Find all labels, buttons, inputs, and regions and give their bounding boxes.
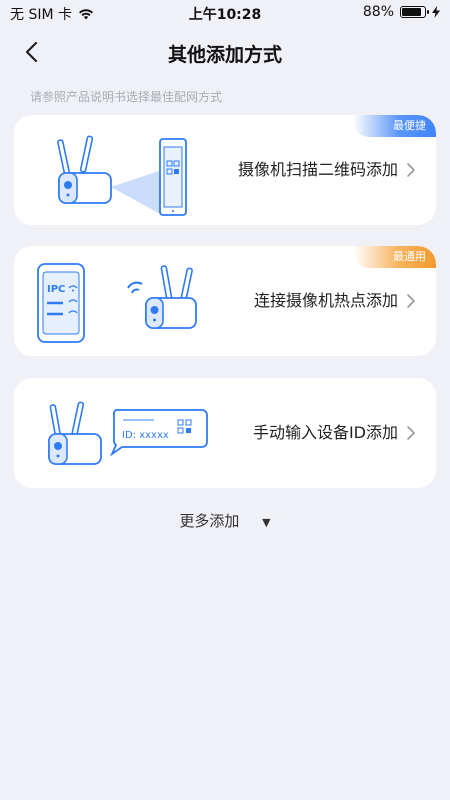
option-card-hotspot[interactable]: 最通用 IPC 连接摄像机热点添加 [14, 246, 436, 356]
camera-device-id-illustration: ID: xxxxx [48, 401, 208, 465]
caret-down-icon: ▼ [262, 516, 271, 529]
status-bar: 无 SIM 卡 上午10:28 88% [0, 0, 450, 26]
status-right: 88% [363, 4, 440, 20]
ipc-text: IPC [47, 284, 65, 295]
chevron-right-icon [407, 426, 415, 440]
id-placeholder-text: ID: xxxxx [122, 430, 169, 441]
option-label-scan-qr: 摄像机扫描二维码添加 [237, 160, 398, 179]
chevron-right-icon [407, 163, 415, 177]
phone-camera-hotspot-illustration: IPC [37, 263, 197, 343]
option-card-device-id[interactable]: ID: xxxxx 手动输入设备ID添加 [14, 378, 436, 488]
battery-fill [402, 8, 422, 16]
page-title: 其他添加方式 [167, 44, 282, 66]
option-label-hotspot: 连接摄像机热点添加 [253, 291, 398, 310]
more-add-button[interactable]: 更多添加 ▼ [0, 510, 450, 531]
nav-bar: 其他添加方式 [0, 30, 450, 74]
camera-scan-qr-illustration [57, 135, 187, 216]
option-label-device-id: 手动输入设备ID添加 [252, 423, 398, 442]
more-add-label: 更多添加 [179, 512, 240, 530]
hint-text: 请参照产品说明书选择最佳配网方式 [30, 90, 223, 104]
battery-icon [400, 6, 429, 18]
option-card-scan-qr[interactable]: 最便捷 摄像机扫描二维码添加 [14, 115, 436, 225]
charging-icon [432, 6, 440, 18]
chevron-right-icon [407, 294, 415, 308]
battery-percent: 88% [362, 4, 394, 20]
